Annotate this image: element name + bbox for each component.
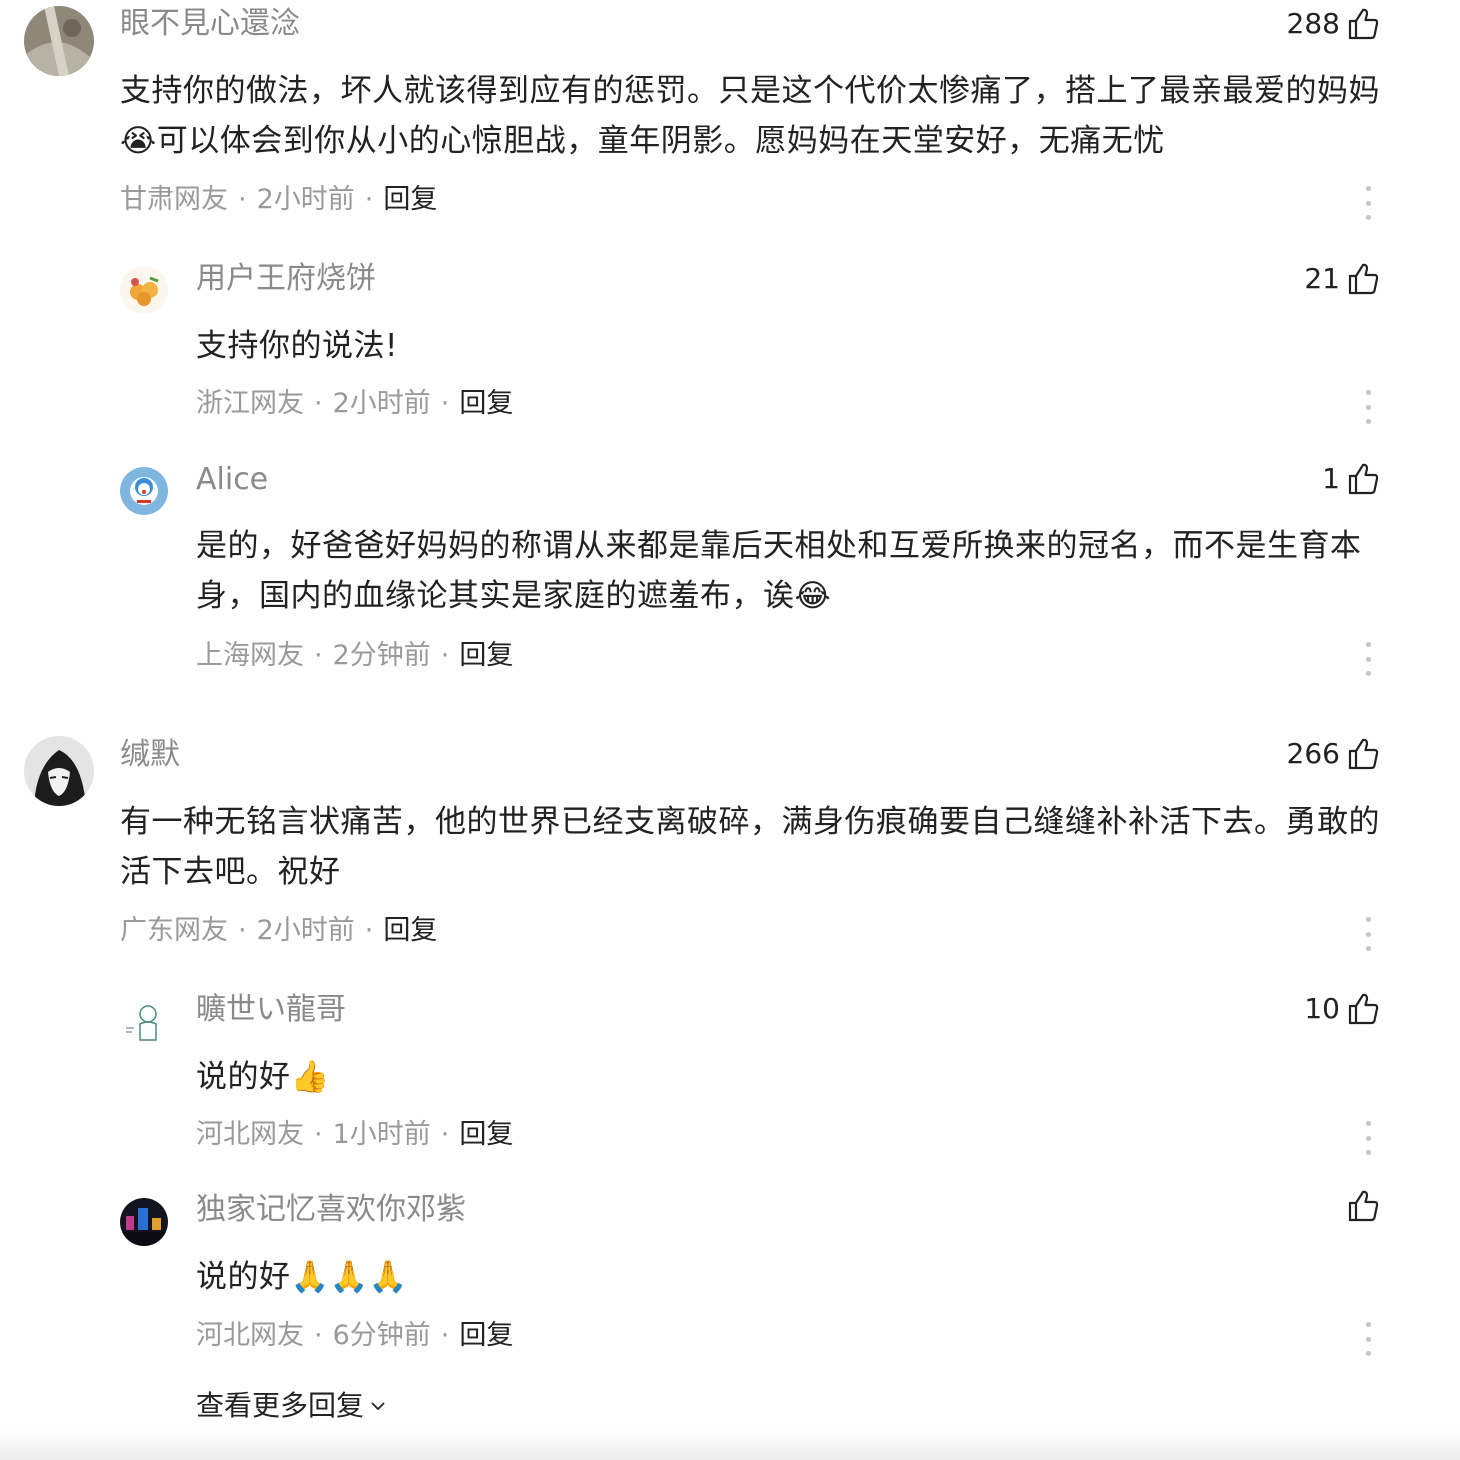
chevron-down-icon [371,1402,385,1411]
timestamp: 2小时前 [256,184,355,215]
reply-button[interactable]: 回复 [383,915,437,946]
separator: · [364,184,374,215]
location: 上海网友 [196,640,304,671]
comment-text: 有一种无铭言状痛苦，他的世界已经支离破碎，满身伤痕确要自己缝缝补补活下去。勇敢的… [120,804,1380,890]
location: 河北网友 [196,1119,304,1150]
view-more-replies-button[interactable]: 查看更多回复 [196,1388,388,1424]
avatar[interactable] [120,998,168,1046]
comment-meta: 甘肃网友 · 2小时前 · 回复 [120,182,437,218]
username[interactable]: 曠世い龍哥 [196,990,346,1030]
reply-button[interactable]: 回复 [383,184,437,215]
more-options-icon[interactable] [1364,1322,1372,1356]
comment-text: 是的，好爸爸好妈妈的称谓从来都是靠后天相处和互爱所换来的冠名，而不是生育本身，国… [196,528,1362,614]
reply-button[interactable]: 回复 [459,1119,513,1150]
timestamp: 2分钟前 [332,640,431,671]
like-button[interactable] [1346,1189,1380,1223]
like-count: 266 [1286,737,1340,770]
separator: · [238,915,247,946]
like-button[interactable]: 21 [1304,259,1380,299]
location: 河北网友 [196,1320,304,1351]
reply-button[interactable]: 回复 [459,1320,513,1351]
separator: · [238,184,247,215]
avatar[interactable] [24,6,94,76]
separator: · [440,640,450,671]
username[interactable]: 独家记忆喜欢你邓紫 [196,1190,466,1230]
like-button[interactable]: 1 [1322,459,1380,499]
like-count: 21 [1304,262,1340,295]
separator: · [314,388,323,419]
more-options-icon[interactable] [1364,642,1372,676]
username[interactable]: 眼不見心還淰 [120,4,300,44]
separator: · [314,1320,323,1351]
username[interactable]: 用户王府烧饼 [196,259,376,299]
location: 甘肃网友 [120,184,228,215]
avatar[interactable] [120,467,168,515]
more-options-icon[interactable] [1364,1121,1372,1155]
bottom-fade [0,1430,1460,1460]
view-more-label: 查看更多回复 [196,1389,365,1422]
username[interactable]: 缄默 [120,735,180,775]
like-count: 10 [1304,992,1340,1025]
more-options-icon[interactable] [1364,186,1372,220]
comment-meta: 河北网友 · 1小时前 · 回复 [196,1117,513,1153]
more-options-icon[interactable] [1364,390,1372,424]
comment-text: 支持你的说法! [196,328,398,364]
separator: · [440,388,450,419]
like-button[interactable]: 10 [1304,989,1380,1029]
comment-text: 支持你的做法，坏人就该得到应有的惩罚。只是这个代价太惨痛了，搭上了最亲最爱的妈妈… [120,73,1380,159]
location: 广东网友 [120,915,228,946]
separator: · [440,1320,450,1351]
thumbs-up-icon [1348,8,1379,40]
comment-meta: 浙江网友 · 2小时前 · 回复 [196,386,513,422]
separator: · [314,1119,323,1150]
comment-meta: 上海网友 · 2分钟前 · 回复 [196,638,513,674]
reply-button[interactable]: 回复 [459,388,513,419]
thumbs-up-icon [1348,993,1379,1025]
thumbs-up-icon [1348,738,1379,770]
comment-meta: 广东网友 · 2小时前 · 回复 [120,913,437,949]
timestamp: 2小时前 [256,915,355,946]
avatar[interactable] [120,1198,168,1246]
comment-meta: 河北网友 · 6分钟前 · 回复 [196,1318,513,1354]
separator: · [314,640,323,671]
thumbs-up-icon [1348,463,1379,495]
like-count: 288 [1286,7,1340,40]
separator: · [440,1119,450,1150]
avatar[interactable] [120,266,168,314]
thumbs-up-icon [1348,1190,1379,1222]
more-options-icon[interactable] [1364,917,1372,951]
reply-button[interactable]: 回复 [459,640,513,671]
timestamp: 2小时前 [332,388,431,419]
timestamp: 6分钟前 [332,1320,431,1351]
like-button[interactable]: 288 [1287,4,1380,44]
separator: · [364,915,374,946]
username[interactable]: Alice [196,460,268,500]
thumbs-up-icon [1348,263,1379,295]
comment-text: 说的好👍 [196,1059,330,1095]
like-count: 1 [1322,462,1340,495]
like-button[interactable]: 266 [1287,734,1380,774]
timestamp: 1小时前 [332,1119,431,1150]
location: 浙江网友 [196,388,304,419]
comment-text: 说的好🙏🙏🙏 [196,1259,408,1295]
avatar[interactable] [24,736,94,806]
